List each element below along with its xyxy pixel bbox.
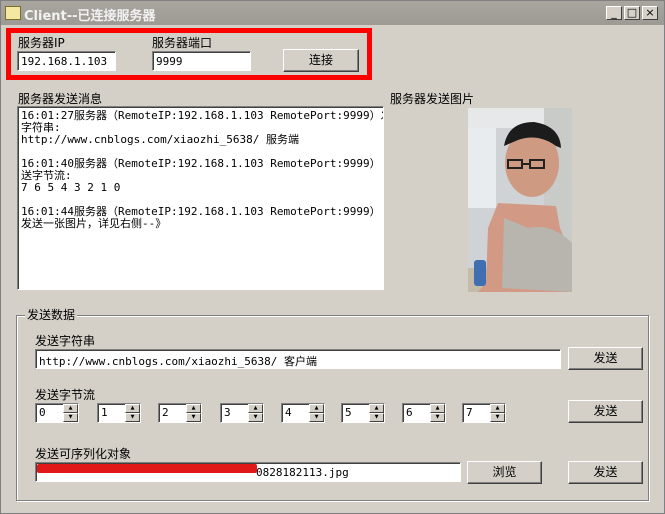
close-button[interactable]: × [642, 6, 658, 20]
byte-spinner-1[interactable]: 1 ▲ ▼ [97, 403, 141, 423]
spin-down-icon[interactable]: ▼ [125, 413, 140, 422]
send-string-button[interactable]: 发送 [568, 347, 643, 370]
byte-value: 5 [345, 406, 352, 419]
redaction-mark [37, 464, 257, 473]
spin-up-icon[interactable]: ▲ [186, 404, 201, 413]
spin-up-icon[interactable]: ▲ [63, 404, 78, 413]
byte-spinner-7[interactable]: 7 ▲ ▼ [462, 403, 506, 423]
message-line: 16:01:27服务器（RemoteIP:192.168.1.103 Remot… [21, 109, 384, 122]
highlight-annotation [6, 28, 372, 80]
byte-value: 2 [162, 406, 169, 419]
spin-down-icon[interactable]: ▼ [63, 413, 78, 422]
spin-down-icon[interactable]: ▼ [430, 413, 445, 422]
message-line: 7 6 5 4 3 2 1 0 [21, 181, 121, 194]
maximize-button[interactable]: □ [624, 6, 640, 20]
title-bar[interactable]: Client--已连接服务器 _ □ × [1, 1, 664, 25]
browse-button[interactable]: 浏览 [467, 461, 542, 484]
image-label: 服务器发送图片 [390, 92, 475, 106]
client-window: Client--已连接服务器 _ □ × 服务器IP 192.168.1.103… [0, 0, 665, 514]
byte-value: 3 [224, 406, 231, 419]
send-bytes-label: 发送字节流 [35, 388, 96, 402]
spin-up-icon[interactable]: ▲ [248, 404, 263, 413]
byte-spinner-5[interactable]: 5 ▲ ▼ [341, 403, 385, 423]
received-photo [468, 108, 572, 292]
spin-up-icon[interactable]: ▲ [309, 404, 324, 413]
send-object-button[interactable]: 发送 [568, 461, 643, 484]
byte-spinner-3[interactable]: 3 ▲ ▼ [220, 403, 264, 423]
message-line: http://www.cnblogs.com/xiaozhi_5638/ 服务端 [21, 133, 300, 146]
byte-value: 4 [285, 406, 292, 419]
spin-up-icon[interactable]: ▲ [369, 404, 384, 413]
spin-down-icon[interactable]: ▼ [248, 413, 263, 422]
app-icon [5, 6, 21, 20]
byte-spinner-0[interactable]: 0 ▲ ▼ [35, 403, 79, 423]
send-string-input[interactable]: http://www.cnblogs.com/xiaozhi_5638/ 客户端 [35, 349, 561, 369]
send-string-label: 发送字符串 [35, 334, 96, 348]
message-line: 16:01:40服务器（RemoteIP:192.168.1.103 Remot… [21, 157, 384, 170]
byte-value: 6 [406, 406, 413, 419]
send-data-group-title: 发送数据 [25, 308, 78, 322]
window-title: Client--已连接服务器 [24, 9, 156, 24]
message-line: 发送一张图片，详见右侧--》 [21, 217, 167, 230]
byte-spinner-4[interactable]: 4 ▲ ▼ [281, 403, 325, 423]
send-object-label: 发送可序列化对象 [35, 447, 132, 461]
spin-down-icon[interactable]: ▼ [309, 413, 324, 422]
send-bytes-button[interactable]: 发送 [568, 400, 643, 423]
minimize-button[interactable]: _ [606, 6, 622, 20]
byte-spinner-2[interactable]: 2 ▲ ▼ [158, 403, 202, 423]
spin-down-icon[interactable]: ▼ [369, 413, 384, 422]
byte-value: 7 [466, 406, 473, 419]
spin-up-icon[interactable]: ▲ [430, 404, 445, 413]
byte-spinner-6[interactable]: 6 ▲ ▼ [402, 403, 446, 423]
spin-up-icon[interactable]: ▲ [125, 404, 140, 413]
spin-down-icon[interactable]: ▼ [186, 413, 201, 422]
byte-value: 0 [39, 406, 46, 419]
spin-down-icon[interactable]: ▼ [490, 413, 505, 422]
messages-label: 服务器发送消息 [18, 92, 103, 106]
messages-textbox[interactable]: 16:01:27服务器（RemoteIP:192.168.1.103 Remot… [17, 106, 384, 290]
byte-value: 1 [101, 406, 108, 419]
spin-up-icon[interactable]: ▲ [490, 404, 505, 413]
